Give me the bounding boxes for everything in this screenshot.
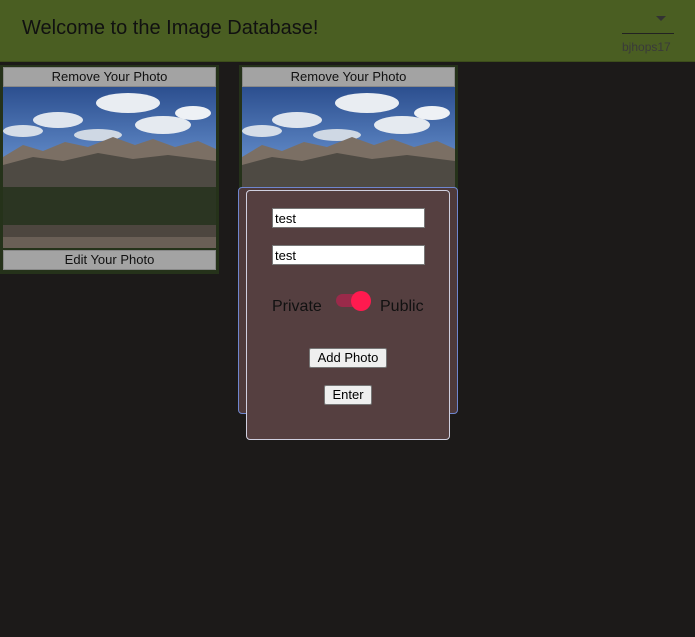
toggle-knob bbox=[351, 291, 371, 311]
add-photo-button[interactable]: Add Photo bbox=[309, 348, 387, 368]
edit-photo-button[interactable]: Edit Your Photo bbox=[3, 250, 216, 270]
user-menu-dropdown[interactable] bbox=[622, 6, 674, 34]
username-label: bjhops17 bbox=[622, 40, 671, 54]
chevron-down-icon bbox=[656, 16, 666, 21]
photo-card: Remove Your Photo Edit Your Photo bbox=[0, 65, 219, 274]
remove-photo-button[interactable]: Remove Your Photo bbox=[242, 67, 455, 87]
remove-photo-button[interactable]: Remove Your Photo bbox=[3, 67, 216, 87]
private-label: Private bbox=[272, 298, 322, 315]
add-photo-modal: Private Public Add Photo Enter bbox=[246, 190, 450, 440]
public-label: Public bbox=[380, 298, 424, 315]
page-title: Welcome to the Image Database! bbox=[22, 17, 319, 39]
app-header: Welcome to the Image Database! bjhops17 bbox=[0, 0, 695, 62]
enter-button[interactable]: Enter bbox=[324, 385, 372, 405]
description-input[interactable] bbox=[272, 245, 425, 265]
privacy-toggle[interactable] bbox=[336, 291, 374, 311]
mountain-photo bbox=[3, 87, 216, 248]
title-input[interactable] bbox=[272, 208, 425, 228]
